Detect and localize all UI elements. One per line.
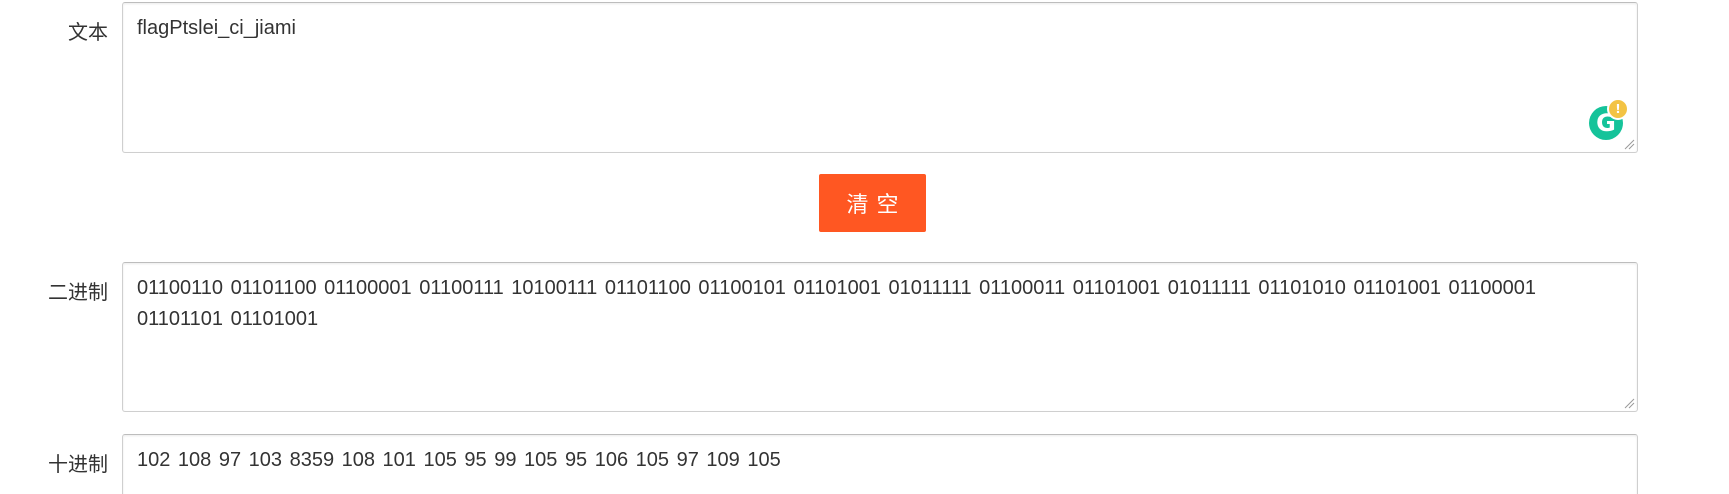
- grammarly-icon[interactable]: G !: [1589, 98, 1629, 140]
- binary-row: 二进制 01100110 01101100 01100001 01100111 …: [0, 260, 1729, 416]
- decimal-row: 十进制 102 108 97 103 8359 108 101 105 95 9…: [0, 434, 1729, 494]
- text-row: 文本 flagPtslei_ci_jiami G !: [0, 0, 1729, 156]
- text-input[interactable]: flagPtslei_ci_jiami G !: [122, 2, 1638, 153]
- clear-button[interactable]: 清空: [819, 174, 926, 232]
- converter-page: 文本 flagPtslei_ci_jiami G ! 清空 二进制 011001…: [0, 0, 1729, 494]
- decimal-label: 十进制: [48, 452, 108, 476]
- binary-output[interactable]: 01100110 01101100 01100001 01100111 1010…: [122, 262, 1638, 412]
- binary-label: 二进制: [48, 280, 108, 304]
- alert-badge-icon: !: [1607, 98, 1629, 120]
- text-input-value: flagPtslei_ci_jiami: [137, 17, 296, 39]
- decimal-output[interactable]: 102 108 97 103 8359 108 101 105 95 99 10…: [122, 434, 1638, 494]
- resize-grip-icon[interactable]: [1623, 397, 1635, 409]
- text-label: 文本: [68, 20, 108, 44]
- binary-output-value: 01100110 01101100 01100001 01100111 1010…: [137, 277, 1536, 330]
- resize-grip-icon[interactable]: [1623, 138, 1635, 150]
- decimal-output-value: 102 108 97 103 8359 108 101 105 95 99 10…: [137, 449, 781, 471]
